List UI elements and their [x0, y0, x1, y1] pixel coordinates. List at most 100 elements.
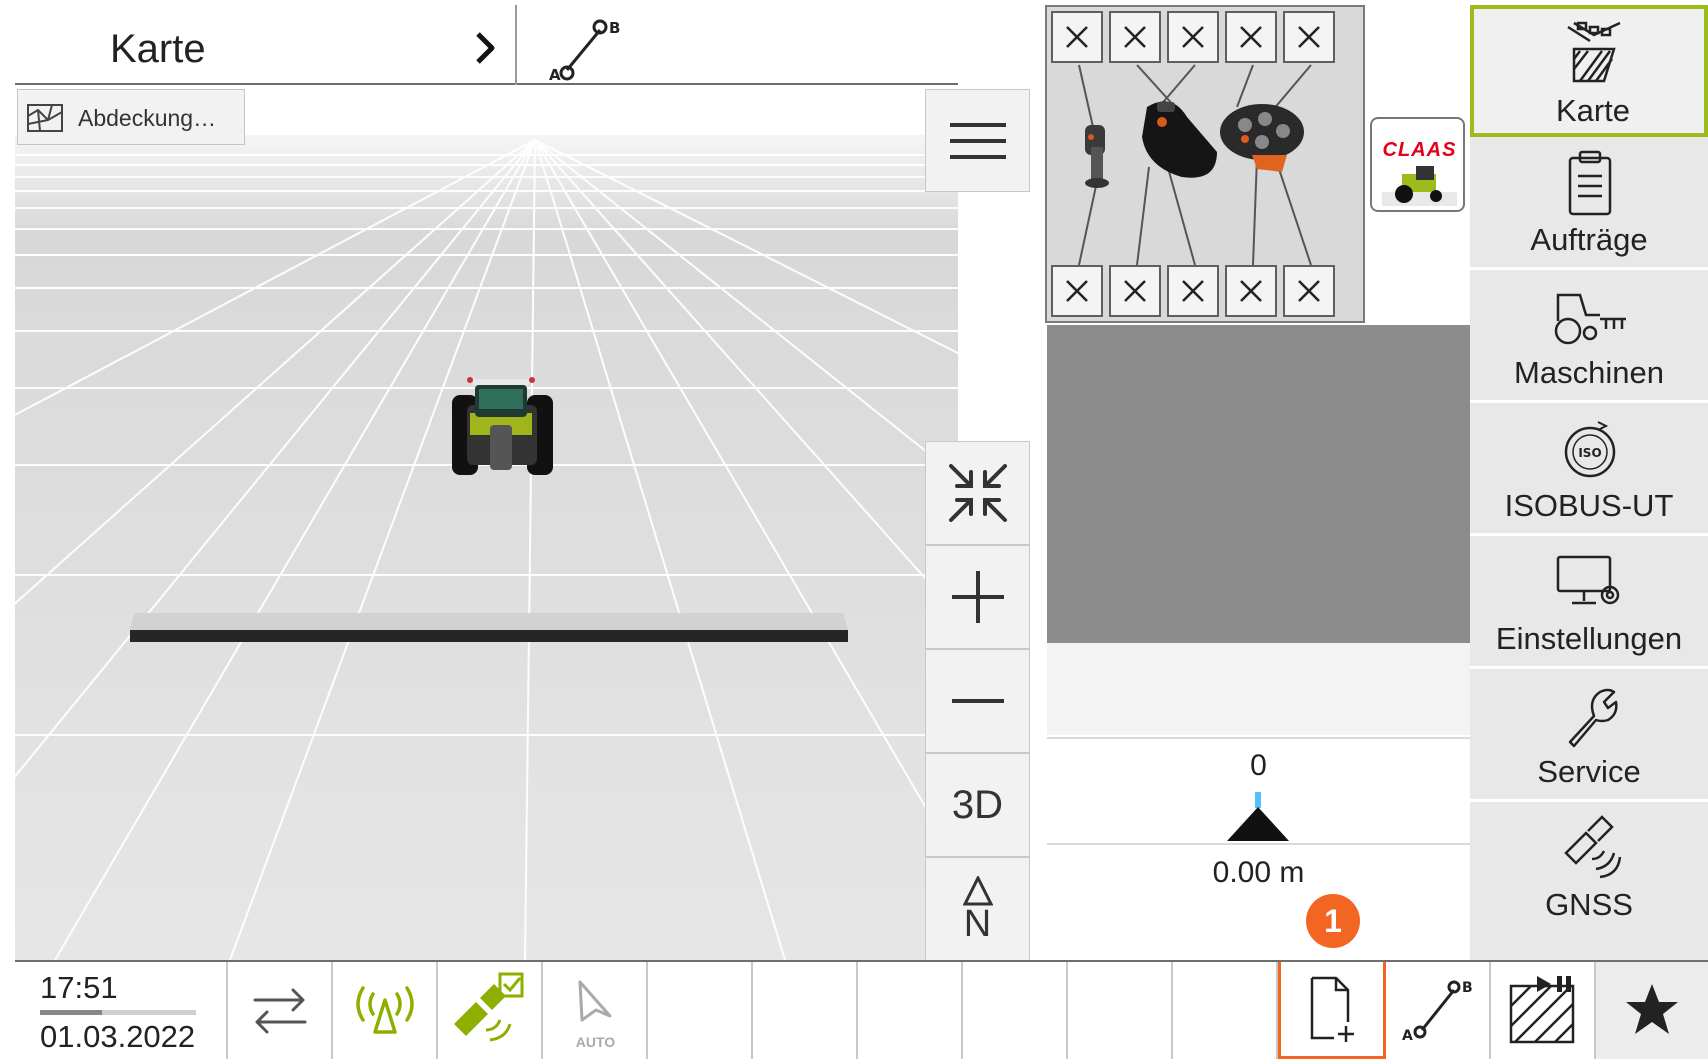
empty-slot-1[interactable] — [648, 962, 753, 1059]
gnss-status-button[interactable] — [438, 962, 543, 1059]
assign-button-bottom-1[interactable] — [1051, 265, 1103, 317]
auto-steer-button[interactable]: AUTO — [543, 962, 648, 1059]
assign-button-bottom-5[interactable] — [1283, 265, 1335, 317]
nav-item-service[interactable]: Service — [1470, 670, 1708, 802]
status-bar: 17:51 01.03.2022 AUTO A B — [15, 960, 1708, 1059]
empty-slot-4[interactable] — [963, 962, 1068, 1059]
assign-button-bottom-3[interactable] — [1167, 265, 1219, 317]
close-icon — [1182, 280, 1204, 302]
ab-line-button[interactable]: A B — [1386, 962, 1491, 1059]
collapse-arrows-icon — [948, 464, 1007, 522]
nav-label: Einstellungen — [1495, 621, 1683, 656]
progress-fill — [40, 1010, 103, 1015]
rtk-signal-button[interactable] — [333, 962, 438, 1059]
swap-arrows-icon — [253, 988, 306, 1034]
divider — [515, 5, 517, 85]
star-icon — [1626, 984, 1678, 1034]
clipboard-icon — [1568, 150, 1612, 216]
camera-view — [1047, 325, 1470, 643]
svg-text:A: A — [549, 66, 561, 84]
close-icon — [1066, 280, 1088, 302]
assign-button-top-1[interactable] — [1051, 11, 1103, 63]
coverage-button[interactable]: Abdeckung… — [17, 89, 245, 145]
ab-line-icon[interactable]: A B — [545, 15, 625, 85]
progress-bar — [40, 1010, 196, 1015]
swap-button[interactable] — [228, 962, 333, 1059]
nav-item-karte[interactable]: Karte — [1470, 5, 1708, 137]
close-icon — [1298, 26, 1320, 48]
svg-text:A: A — [1402, 1028, 1413, 1044]
close-icon — [1124, 280, 1146, 302]
zoom-fit-button[interactable] — [925, 441, 1030, 545]
coverage-map-icon — [27, 104, 63, 132]
claas-app-logo[interactable]: CLAAS — [1370, 117, 1465, 212]
nav-item-maschinen[interactable]: Maschinen — [1470, 271, 1708, 403]
north-label: N — [963, 903, 992, 945]
close-icon — [1124, 26, 1146, 48]
coverage-label: Abdeckung… — [78, 105, 217, 131]
nav-item-gnss[interactable]: GNSS — [1470, 803, 1708, 935]
nav-label: Karte — [1555, 93, 1631, 128]
auto-steer-icon — [578, 980, 611, 1022]
nav-item-einstellungen[interactable]: Einstellungen — [1470, 537, 1708, 669]
hamburger-menu-icon — [949, 122, 1006, 159]
assign-button-top-5[interactable] — [1283, 11, 1335, 63]
assign-button-top-4[interactable] — [1225, 11, 1277, 63]
tractor-implement-icon — [1554, 293, 1626, 345]
new-document-icon — [1310, 976, 1354, 1042]
empty-slot-5[interactable] — [1068, 962, 1173, 1059]
nav-label: Maschinen — [1514, 355, 1664, 390]
callout-marker: 1 — [1306, 894, 1360, 948]
zoom-in-button[interactable] — [925, 545, 1030, 649]
empty-slot-2[interactable] — [753, 962, 858, 1059]
close-icon — [1240, 280, 1262, 302]
svg-text:B: B — [609, 19, 620, 37]
nav-label: ISOBUS-UT — [1504, 488, 1674, 523]
field-grid — [15, 85, 958, 960]
tractor-icon — [1382, 166, 1457, 206]
map-menu-button[interactable] — [925, 89, 1030, 192]
nav-label: Aufträge — [1530, 222, 1648, 257]
minus-icon — [951, 699, 1004, 703]
ab-line-icon: A B — [1402, 980, 1473, 1044]
satellite-icon — [1564, 815, 1622, 879]
nav-item-isobus[interactable]: ISO ISOBUS-UT — [1470, 404, 1708, 536]
empty-slot-6[interactable] — [1173, 962, 1278, 1059]
view-mode-label: 3D — [951, 782, 1004, 827]
main-nav: Karte Aufträge Maschinen ISO ISOBUS-UT E… — [1470, 5, 1708, 965]
zoom-out-button[interactable] — [925, 649, 1030, 753]
empty-slot-3[interactable] — [858, 962, 963, 1059]
isobus-icon: ISO — [1564, 421, 1616, 478]
joystick-assignment-panel — [1045, 5, 1365, 323]
svg-text:B: B — [1462, 980, 1473, 996]
close-icon — [1066, 26, 1088, 48]
lightbar-tick — [1255, 792, 1261, 808]
divider — [1047, 843, 1470, 845]
nav-label: GNSS — [1545, 887, 1633, 922]
assign-button-top-3[interactable] — [1167, 11, 1219, 63]
date-label: 01.03.2022 — [40, 1019, 196, 1054]
map-view[interactable]: Abdeckung… — [15, 85, 958, 960]
record-coverage-button[interactable] — [1491, 962, 1596, 1059]
claas-logo-text: CLAAS — [1382, 139, 1457, 161]
close-icon — [1298, 280, 1320, 302]
view-3d-button[interactable]: 3D — [925, 753, 1030, 857]
assign-button-top-2[interactable] — [1109, 11, 1161, 63]
signal-antenna-icon — [355, 986, 414, 1034]
svg-text:ISO: ISO — [1578, 446, 1601, 460]
map-icon — [1567, 21, 1621, 83]
wrench-icon — [1568, 688, 1618, 748]
assign-button-bottom-4[interactable] — [1225, 265, 1277, 317]
play-pause-coverage-icon — [1509, 976, 1574, 1044]
new-document-button[interactable] — [1278, 962, 1386, 1059]
nav-item-auftraege[interactable]: Aufträge — [1470, 138, 1708, 270]
favorites-button[interactable] — [1596, 962, 1708, 1059]
position-triangle-icon — [1227, 807, 1289, 841]
north-up-button[interactable]: N — [925, 857, 1030, 961]
close-icon — [1182, 26, 1204, 48]
chevron-right-icon[interactable] — [470, 30, 500, 66]
clock-widget: 17:51 01.03.2022 — [15, 962, 228, 1059]
auto-label: AUTO — [575, 1034, 616, 1050]
assign-button-bottom-2[interactable] — [1109, 265, 1161, 317]
page-title: Karte — [110, 27, 206, 71]
